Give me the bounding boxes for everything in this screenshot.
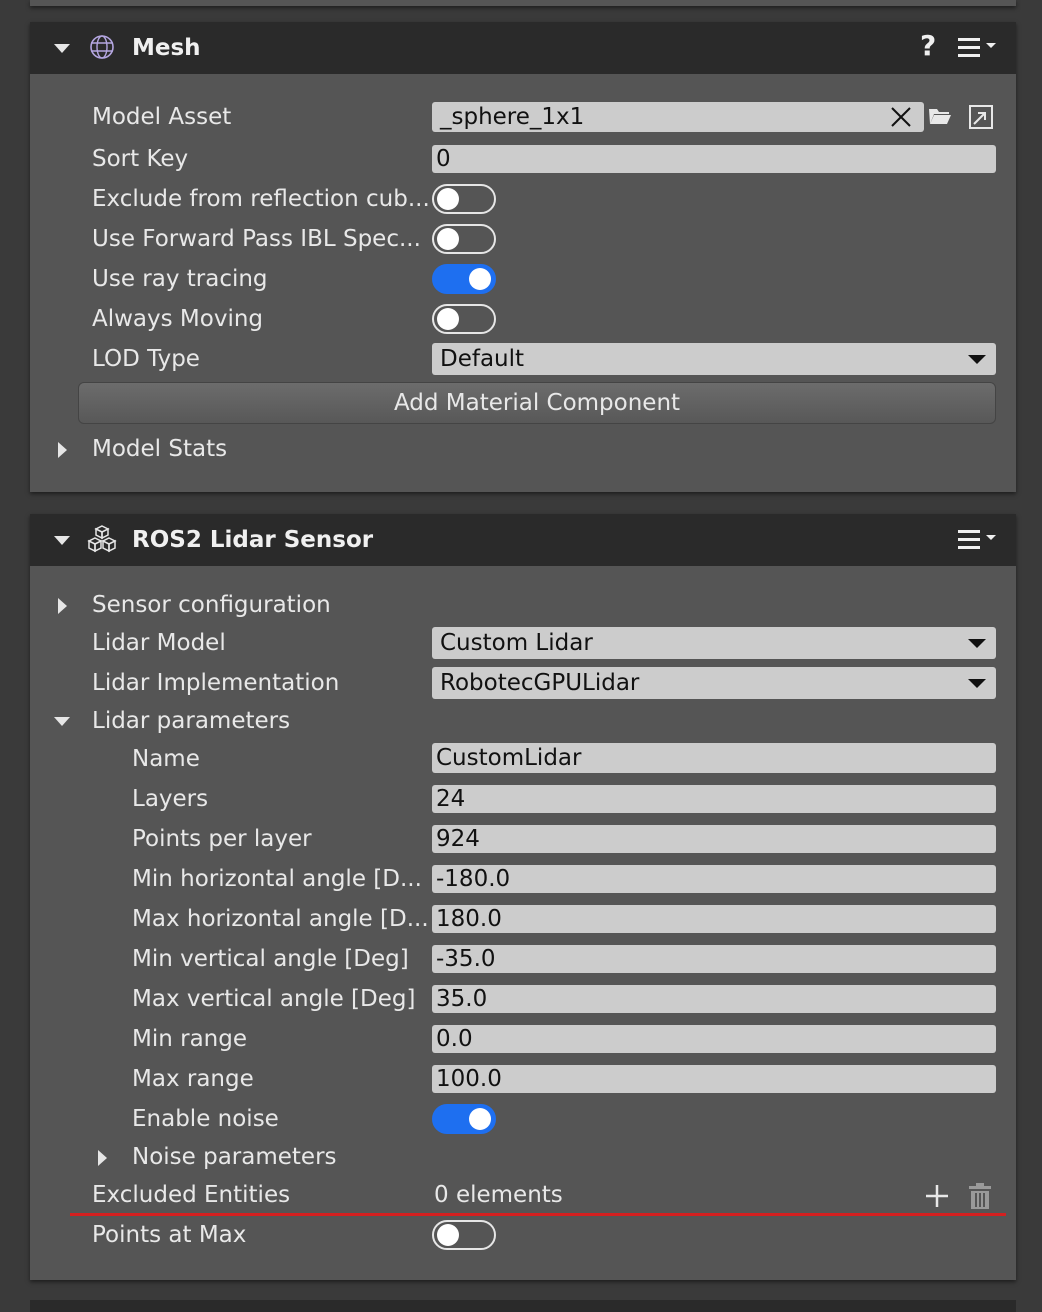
min-range-label: Min range (132, 1026, 247, 1052)
lidar-model-label: Lidar Model (92, 630, 226, 656)
layers-input[interactable]: 24 (432, 785, 996, 813)
points-at-max-label: Points at Max (92, 1222, 247, 1248)
toggle-knob (469, 1108, 491, 1130)
lidar-implementation-dropdown[interactable]: RobotecGPULidar (432, 667, 996, 699)
lidar-title: ROS2 Lidar Sensor (132, 527, 374, 553)
add-icon[interactable] (924, 1183, 950, 1209)
trash-icon[interactable] (968, 1182, 992, 1210)
always-moving-label: Always Moving (92, 306, 264, 332)
max-vertical-angle-label: Max vertical angle [Deg] (132, 986, 416, 1012)
dropdown-arrow-icon (968, 355, 986, 364)
lidar-panel-header[interactable]: ROS2 Lidar Sensor (30, 514, 1016, 566)
lidar-implementation-label: Lidar Implementation (92, 670, 340, 696)
collapse-chevron-icon[interactable] (54, 717, 70, 726)
excluded-entities-count: 0 elements (434, 1182, 563, 1208)
max-horizontal-angle-input[interactable]: 180.0 (432, 905, 996, 933)
lidar-parameters-label[interactable]: Lidar parameters (92, 706, 290, 736)
highlight-underline (70, 1213, 1006, 1216)
sort-key-label: Sort Key (92, 146, 189, 172)
min-horizontal-angle-input[interactable]: -180.0 (432, 865, 996, 893)
lidar-cubes-icon (87, 525, 117, 553)
exclude-reflection-toggle[interactable] (432, 184, 496, 214)
dropdown-arrow-icon (968, 639, 986, 648)
forward-pass-label: Use Forward Pass IBL Spec... (92, 226, 421, 252)
enable-noise-toggle[interactable] (432, 1104, 496, 1134)
lidar-model-dropdown[interactable]: Custom Lidar (432, 627, 996, 659)
dropdown-arrow-icon (968, 679, 986, 688)
sort-key-input[interactable]: 0 (432, 145, 996, 173)
lidar-model-value: Custom Lidar (440, 630, 593, 656)
lod-type-dropdown[interactable]: Default (432, 343, 996, 375)
mesh-panel-header[interactable]: Mesh ? (30, 22, 1016, 74)
mesh-icon (90, 35, 114, 59)
toggle-knob (437, 188, 459, 210)
lod-type-label: LOD Type (92, 346, 200, 372)
collapse-chevron-icon[interactable] (54, 44, 70, 53)
noise-parameters-label[interactable]: Noise parameters (132, 1142, 337, 1172)
max-vertical-angle-input[interactable]: 35.0 (432, 985, 996, 1013)
mesh-panel: Mesh ? Model Asset _sphere_1x1 Sort Key … (30, 22, 1016, 492)
toggle-knob (437, 228, 459, 250)
toggle-knob (437, 308, 459, 330)
expand-chevron-icon[interactable] (98, 1150, 107, 1166)
points-per-layer-label: Points per layer (132, 826, 312, 852)
layers-label: Layers (132, 786, 209, 812)
collapse-chevron-icon[interactable] (54, 536, 70, 545)
mesh-title: Mesh (132, 35, 201, 61)
ray-tracing-label: Use ray tracing (92, 266, 268, 292)
sensor-configuration-label[interactable]: Sensor configuration (92, 590, 331, 620)
lod-type-value: Default (440, 346, 525, 372)
always-moving-toggle[interactable] (432, 304, 496, 334)
folder-icon[interactable] (928, 106, 952, 126)
add-material-row: Add Material Component (30, 382, 1016, 424)
expand-chevron-icon[interactable] (58, 598, 67, 614)
clear-icon[interactable] (890, 106, 912, 128)
min-horizontal-angle-label: Min horizontal angle [D... (132, 866, 422, 892)
points-per-layer-input[interactable]: 924 (432, 825, 996, 853)
model-asset-field[interactable]: _sphere_1x1 (432, 102, 924, 132)
expand-chevron-icon[interactable] (58, 442, 67, 458)
toggle-knob (469, 268, 491, 290)
max-range-input[interactable]: 100.0 (432, 1065, 996, 1093)
forward-pass-toggle[interactable] (432, 224, 496, 254)
model-stats-label[interactable]: Model Stats (92, 434, 227, 464)
exclude-reflection-label: Exclude from reflection cub... (92, 186, 430, 212)
excluded-entities-label: Excluded Entities (92, 1182, 291, 1208)
min-vertical-angle-input[interactable]: -35.0 (432, 945, 996, 973)
name-input[interactable]: CustomLidar (432, 743, 996, 773)
hamburger-menu-icon[interactable] (958, 36, 998, 58)
points-at-max-toggle[interactable] (432, 1220, 496, 1250)
hamburger-menu-icon[interactable] (958, 528, 998, 550)
name-label: Name (132, 746, 200, 772)
model-asset-label: Model Asset (92, 104, 232, 130)
ray-tracing-toggle[interactable] (432, 264, 496, 294)
max-horizontal-angle-label: Max horizontal angle [D... (132, 906, 429, 932)
model-asset-value: _sphere_1x1 (440, 104, 585, 130)
max-range-label: Max range (132, 1066, 254, 1092)
enable-noise-label: Enable noise (132, 1106, 279, 1132)
add-material-component-button[interactable]: Add Material Component (78, 382, 996, 424)
help-icon[interactable]: ? (920, 30, 936, 62)
open-asset-icon[interactable] (968, 104, 994, 130)
next-panel-top (30, 1300, 1016, 1312)
toggle-knob (437, 1224, 459, 1246)
min-range-input[interactable]: 0.0 (432, 1025, 996, 1053)
lidar-implementation-value: RobotecGPULidar (440, 670, 640, 696)
lidar-panel: ROS2 Lidar Sensor Sensor configuration L… (30, 514, 1016, 1280)
min-vertical-angle-label: Min vertical angle [Deg] (132, 946, 409, 972)
previous-panel-bottom (30, 0, 1016, 6)
